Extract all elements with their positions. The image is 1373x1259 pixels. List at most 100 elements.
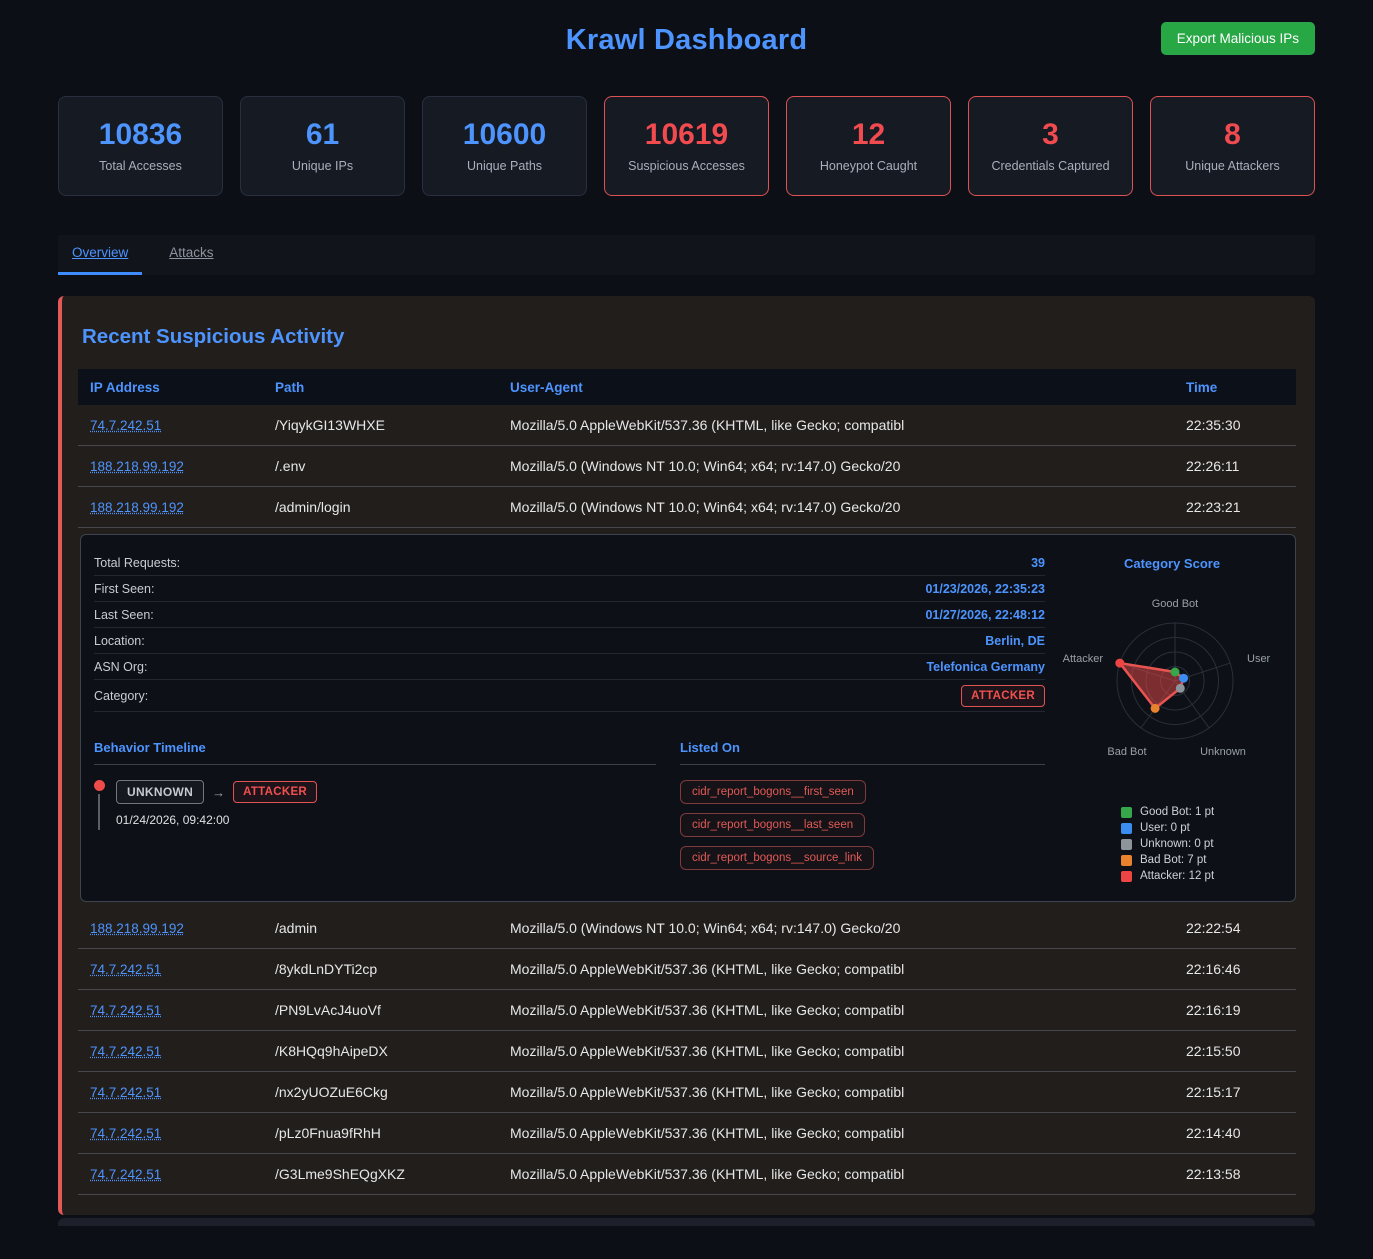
header: Krawl Dashboard Export Malicious IPs	[58, 0, 1315, 75]
svg-text:User: User	[1247, 653, 1271, 665]
path-cell: /YiqykGI13WHXE	[275, 417, 510, 433]
stat-card-unique-attackers: 8 Unique Attackers	[1150, 96, 1315, 196]
radar-chart: Good BotUserUnknownBad BotAttacker	[1057, 573, 1281, 790]
detail-field-last-seen: Last Seen: 01/27/2026, 22:48:12	[94, 602, 1045, 628]
table-row: 188.218.99.192 /admin Mozilla/5.0 (Windo…	[78, 908, 1296, 949]
path-cell: /PN9LvAcJ4uoVf	[275, 1002, 510, 1018]
stats-row: 10836 Total Accesses 61 Unique IPs 10600…	[58, 96, 1315, 196]
legend-label: Good Bot: 1 pt	[1140, 806, 1214, 818]
stat-card-credentials-captured: 3 Credentials Captured	[968, 96, 1133, 196]
listed-on-section: Listed On cidr_report_bogons__first_seen…	[680, 740, 1045, 870]
stat-value: 10836	[99, 120, 182, 150]
svg-text:Good Bot: Good Bot	[1152, 598, 1198, 610]
detail-field-asn-org: ASN Org: Telefonica Germany	[94, 654, 1045, 680]
table-row: 74.7.242.51 /PN9LvAcJ4uoVf Mozilla/5.0 A…	[78, 990, 1296, 1031]
legend-item: Bad Bot: 7 pt	[1121, 854, 1281, 866]
ip-link[interactable]: 74.7.242.51	[90, 1085, 161, 1100]
col-header-path: Path	[275, 380, 510, 395]
export-malicious-ips-button[interactable]: Export Malicious IPs	[1161, 22, 1315, 55]
stat-value: 61	[306, 120, 339, 150]
stat-label: Credentials Captured	[991, 159, 1109, 173]
path-cell: /G3Lme9ShEQgXKZ	[275, 1166, 510, 1182]
stat-label: Honeypot Caught	[820, 159, 917, 173]
ip-link[interactable]: 74.7.242.51	[90, 1167, 161, 1182]
table-row: 74.7.242.51 /8ykdLnDYTi2cp Mozilla/5.0 A…	[78, 949, 1296, 990]
ip-detail-panel: Total Requests: 39 First Seen: 01/23/202…	[80, 534, 1296, 902]
time-cell: 22:14:40	[1186, 1125, 1296, 1141]
listed-badge[interactable]: cidr_report_bogons__source_link	[680, 846, 874, 870]
listed-badge[interactable]: cidr_report_bogons__first_seen	[680, 780, 866, 804]
table-row: 74.7.242.51 /K8HQq9hAipeDX Mozilla/5.0 A…	[78, 1031, 1296, 1072]
path-cell: /8ykdLnDYTi2cp	[275, 961, 510, 977]
stat-value: 8	[1224, 120, 1241, 150]
ua-cell: Mozilla/5.0 (Windows NT 10.0; Win64; x64…	[510, 499, 1186, 515]
legend-item: Unknown: 0 pt	[1121, 838, 1281, 850]
ip-link[interactable]: 74.7.242.51	[90, 1126, 161, 1141]
time-cell: 22:15:17	[1186, 1084, 1296, 1100]
field-label: First Seen:	[94, 582, 154, 596]
table-row: 188.218.99.192 /.env Mozilla/5.0 (Window…	[78, 446, 1296, 487]
table-header-row: IP Address Path User-Agent Time	[78, 369, 1296, 405]
ua-cell: Mozilla/5.0 AppleWebKit/537.36 (KHTML, l…	[510, 961, 1186, 977]
ip-link[interactable]: 188.218.99.192	[90, 500, 184, 515]
legend-item: Attacker: 12 pt	[1121, 870, 1281, 882]
listed-badge[interactable]: cidr_report_bogons__last_seen	[680, 813, 865, 837]
field-label: Total Requests:	[94, 556, 180, 570]
timeline-line	[98, 794, 100, 830]
time-cell: 22:16:46	[1186, 961, 1296, 977]
timeline-marker	[94, 780, 116, 830]
detail-sub-columns: Behavior Timeline UNKNOWN → ATTACKER	[94, 740, 1045, 870]
stat-card-honeypot-caught: 12 Honeypot Caught	[786, 96, 951, 196]
behavior-timeline-section: Behavior Timeline UNKNOWN → ATTACKER	[94, 740, 656, 870]
legend-swatch-user	[1121, 823, 1132, 834]
legend-label: Bad Bot: 7 pt	[1140, 854, 1207, 866]
table-row: 74.7.242.51 /YiqykGI13WHXE Mozilla/5.0 A…	[78, 405, 1296, 446]
path-cell: /nx2yUOZuE6Ckg	[275, 1084, 510, 1100]
time-cell: 22:15:50	[1186, 1043, 1296, 1059]
svg-text:Bad Bot: Bad Bot	[1107, 746, 1146, 758]
time-cell: 22:13:58	[1186, 1166, 1296, 1182]
ip-link[interactable]: 74.7.242.51	[90, 962, 161, 977]
timeline-entry: UNKNOWN → ATTACKER 01/24/2026, 09:42:00	[94, 780, 656, 830]
field-value: 01/23/2026, 22:35:23	[925, 582, 1045, 596]
table-row: 74.7.242.51 /G3Lme9ShEQgXKZ Mozilla/5.0 …	[78, 1154, 1296, 1195]
ua-cell: Mozilla/5.0 AppleWebKit/537.36 (KHTML, l…	[510, 1166, 1186, 1182]
listed-on-title: Listed On	[680, 740, 1045, 765]
svg-text:Unknown: Unknown	[1200, 746, 1246, 758]
stat-label: Total Accesses	[99, 159, 182, 173]
tab-bar: Overview Attacks	[58, 235, 1315, 275]
ip-link[interactable]: 74.7.242.51	[90, 1003, 161, 1018]
arrow-right-icon: →	[212, 785, 225, 800]
time-cell: 22:16:19	[1186, 1002, 1296, 1018]
field-label: Category:	[94, 689, 148, 703]
ip-detail-left: Total Requests: 39 First Seen: 01/23/202…	[94, 550, 1045, 886]
ip-link[interactable]: 188.218.99.192	[90, 459, 184, 474]
ip-link[interactable]: 188.218.99.192	[90, 921, 184, 936]
stat-label: Suspicious Accesses	[628, 159, 745, 173]
timeline-transition: UNKNOWN → ATTACKER	[116, 780, 317, 804]
chart-legend: Good Bot: 1 pt User: 0 pt Unknown: 0 pt …	[1063, 806, 1281, 882]
time-cell: 22:22:54	[1186, 920, 1296, 936]
timeline-dot-icon	[94, 780, 105, 791]
stat-value: 3	[1042, 120, 1059, 150]
detail-field-total-requests: Total Requests: 39	[94, 550, 1045, 576]
stat-card-unique-paths: 10600 Unique Paths	[422, 96, 587, 196]
legend-swatch-good-bot	[1121, 807, 1132, 818]
field-label: Location:	[94, 634, 145, 648]
ip-link[interactable]: 74.7.242.51	[90, 1044, 161, 1059]
ip-link[interactable]: 74.7.242.51	[90, 418, 161, 433]
legend-label: User: 0 pt	[1140, 822, 1190, 834]
next-panel-edge	[58, 1218, 1315, 1226]
time-cell: 22:26:11	[1186, 458, 1296, 474]
page: Krawl Dashboard Export Malicious IPs 108…	[0, 0, 1373, 1226]
legend-swatch-unknown	[1121, 839, 1132, 850]
ua-cell: Mozilla/5.0 AppleWebKit/537.36 (KHTML, l…	[510, 1084, 1186, 1100]
radar-svg: Good BotUserUnknownBad BotAttacker	[1057, 573, 1287, 785]
tab-attacks[interactable]: Attacks	[155, 235, 227, 275]
stat-card-total-accesses: 10836 Total Accesses	[58, 96, 223, 196]
panel-title: Recent Suspicious Activity	[82, 325, 1296, 349]
legend-item: Good Bot: 1 pt	[1121, 806, 1281, 818]
tab-overview[interactable]: Overview	[58, 235, 142, 275]
legend-item: User: 0 pt	[1121, 822, 1281, 834]
legend-swatch-attacker	[1121, 871, 1132, 882]
